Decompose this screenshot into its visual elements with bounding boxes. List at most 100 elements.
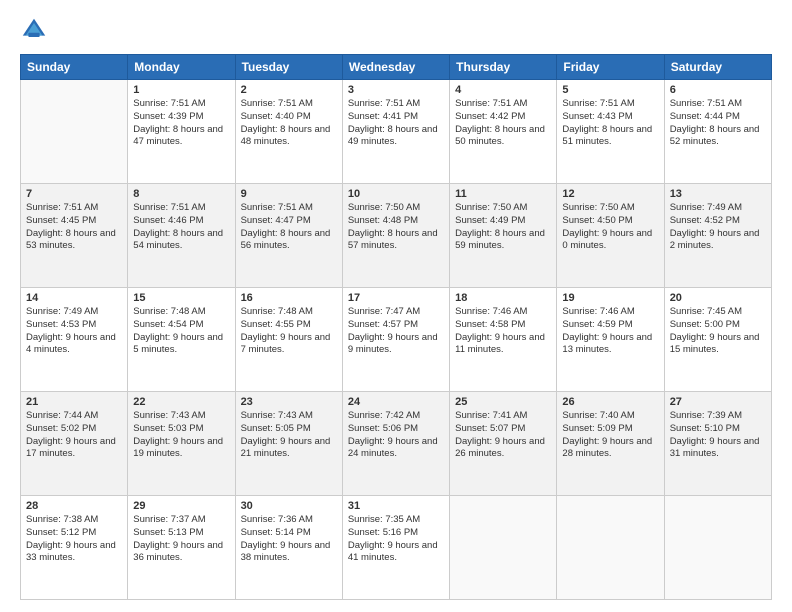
calendar-cell: 20 Sunrise: 7:45 AM Sunset: 5:00 PM Dayl… (664, 288, 771, 392)
daylight-label: Daylight: 8 hours and 47 minutes. (133, 124, 223, 148)
calendar-cell: 30 Sunrise: 7:36 AM Sunset: 5:14 PM Dayl… (235, 496, 342, 600)
daylight-label: Daylight: 9 hours and 4 minutes. (26, 332, 116, 356)
calendar-cell: 11 Sunrise: 7:50 AM Sunset: 4:49 PM Dayl… (450, 184, 557, 288)
day-number: 10 (348, 188, 444, 200)
day-info: Sunrise: 7:35 AM Sunset: 5:16 PM Dayligh… (348, 514, 444, 565)
day-info: Sunrise: 7:49 AM Sunset: 4:52 PM Dayligh… (670, 202, 766, 253)
daylight-label: Daylight: 8 hours and 57 minutes. (348, 228, 438, 252)
daylight-label: Daylight: 9 hours and 11 minutes. (455, 332, 545, 356)
sunrise-label: Sunrise: 7:50 AM (348, 202, 420, 213)
daylight-label: Daylight: 9 hours and 33 minutes. (26, 540, 116, 564)
day-info: Sunrise: 7:48 AM Sunset: 4:54 PM Dayligh… (133, 306, 229, 357)
calendar-cell: 31 Sunrise: 7:35 AM Sunset: 5:16 PM Dayl… (342, 496, 449, 600)
day-number: 28 (26, 500, 122, 512)
sunset-label: Sunset: 5:05 PM (241, 423, 311, 434)
day-number: 30 (241, 500, 337, 512)
daylight-label: Daylight: 9 hours and 31 minutes. (670, 436, 760, 460)
calendar-cell: 10 Sunrise: 7:50 AM Sunset: 4:48 PM Dayl… (342, 184, 449, 288)
sunset-label: Sunset: 5:14 PM (241, 527, 311, 538)
sunrise-label: Sunrise: 7:48 AM (241, 306, 313, 317)
calendar-cell: 23 Sunrise: 7:43 AM Sunset: 5:05 PM Dayl… (235, 392, 342, 496)
sunrise-label: Sunrise: 7:51 AM (241, 98, 313, 109)
day-number: 15 (133, 292, 229, 304)
calendar-cell: 29 Sunrise: 7:37 AM Sunset: 5:13 PM Dayl… (128, 496, 235, 600)
day-number: 29 (133, 500, 229, 512)
weekday-header-sunday: Sunday (21, 55, 128, 80)
day-info: Sunrise: 7:49 AM Sunset: 4:53 PM Dayligh… (26, 306, 122, 357)
calendar-cell: 26 Sunrise: 7:40 AM Sunset: 5:09 PM Dayl… (557, 392, 664, 496)
sunset-label: Sunset: 5:16 PM (348, 527, 418, 538)
sunrise-label: Sunrise: 7:36 AM (241, 514, 313, 525)
sunrise-label: Sunrise: 7:43 AM (241, 410, 313, 421)
day-info: Sunrise: 7:51 AM Sunset: 4:41 PM Dayligh… (348, 98, 444, 149)
sunset-label: Sunset: 4:43 PM (562, 111, 632, 122)
sunrise-label: Sunrise: 7:45 AM (670, 306, 742, 317)
page: SundayMondayTuesdayWednesdayThursdayFrid… (0, 0, 792, 612)
sunrise-label: Sunrise: 7:46 AM (455, 306, 527, 317)
day-number: 20 (670, 292, 766, 304)
weekday-header-wednesday: Wednesday (342, 55, 449, 80)
calendar-cell: 8 Sunrise: 7:51 AM Sunset: 4:46 PM Dayli… (128, 184, 235, 288)
day-info: Sunrise: 7:50 AM Sunset: 4:49 PM Dayligh… (455, 202, 551, 253)
daylight-label: Daylight: 9 hours and 5 minutes. (133, 332, 223, 356)
daylight-label: Daylight: 9 hours and 41 minutes. (348, 540, 438, 564)
calendar-cell (450, 496, 557, 600)
sunrise-label: Sunrise: 7:51 AM (670, 98, 742, 109)
day-number: 5 (562, 84, 658, 96)
calendar-cell: 2 Sunrise: 7:51 AM Sunset: 4:40 PM Dayli… (235, 80, 342, 184)
header (20, 16, 772, 44)
sunrise-label: Sunrise: 7:49 AM (26, 306, 98, 317)
sunrise-label: Sunrise: 7:50 AM (455, 202, 527, 213)
daylight-label: Daylight: 9 hours and 7 minutes. (241, 332, 331, 356)
calendar-week-row: 14 Sunrise: 7:49 AM Sunset: 4:53 PM Dayl… (21, 288, 772, 392)
daylight-label: Daylight: 9 hours and 9 minutes. (348, 332, 438, 356)
daylight-label: Daylight: 9 hours and 2 minutes. (670, 228, 760, 252)
calendar-cell: 19 Sunrise: 7:46 AM Sunset: 4:59 PM Dayl… (557, 288, 664, 392)
sunrise-label: Sunrise: 7:51 AM (348, 98, 420, 109)
sunset-label: Sunset: 5:02 PM (26, 423, 96, 434)
logo (20, 16, 52, 44)
day-number: 17 (348, 292, 444, 304)
day-number: 21 (26, 396, 122, 408)
calendar-cell: 17 Sunrise: 7:47 AM Sunset: 4:57 PM Dayl… (342, 288, 449, 392)
daylight-label: Daylight: 8 hours and 54 minutes. (133, 228, 223, 252)
sunset-label: Sunset: 4:50 PM (562, 215, 632, 226)
calendar-cell: 18 Sunrise: 7:46 AM Sunset: 4:58 PM Dayl… (450, 288, 557, 392)
day-info: Sunrise: 7:36 AM Sunset: 5:14 PM Dayligh… (241, 514, 337, 565)
sunset-label: Sunset: 4:53 PM (26, 319, 96, 330)
daylight-label: Daylight: 9 hours and 17 minutes. (26, 436, 116, 460)
day-info: Sunrise: 7:39 AM Sunset: 5:10 PM Dayligh… (670, 410, 766, 461)
day-number: 16 (241, 292, 337, 304)
day-info: Sunrise: 7:42 AM Sunset: 5:06 PM Dayligh… (348, 410, 444, 461)
day-info: Sunrise: 7:46 AM Sunset: 4:59 PM Dayligh… (562, 306, 658, 357)
sunset-label: Sunset: 4:45 PM (26, 215, 96, 226)
sunset-label: Sunset: 4:59 PM (562, 319, 632, 330)
day-info: Sunrise: 7:51 AM Sunset: 4:45 PM Dayligh… (26, 202, 122, 253)
day-number: 23 (241, 396, 337, 408)
calendar-week-row: 28 Sunrise: 7:38 AM Sunset: 5:12 PM Dayl… (21, 496, 772, 600)
day-number: 18 (455, 292, 551, 304)
day-info: Sunrise: 7:51 AM Sunset: 4:44 PM Dayligh… (670, 98, 766, 149)
day-number: 9 (241, 188, 337, 200)
day-number: 1 (133, 84, 229, 96)
day-info: Sunrise: 7:50 AM Sunset: 4:48 PM Dayligh… (348, 202, 444, 253)
sunset-label: Sunset: 5:07 PM (455, 423, 525, 434)
day-number: 11 (455, 188, 551, 200)
sunset-label: Sunset: 4:42 PM (455, 111, 525, 122)
daylight-label: Daylight: 9 hours and 0 minutes. (562, 228, 652, 252)
day-info: Sunrise: 7:44 AM Sunset: 5:02 PM Dayligh… (26, 410, 122, 461)
calendar-cell: 13 Sunrise: 7:49 AM Sunset: 4:52 PM Dayl… (664, 184, 771, 288)
daylight-label: Daylight: 9 hours and 38 minutes. (241, 540, 331, 564)
sunrise-label: Sunrise: 7:40 AM (562, 410, 634, 421)
calendar-week-row: 21 Sunrise: 7:44 AM Sunset: 5:02 PM Dayl… (21, 392, 772, 496)
sunset-label: Sunset: 4:58 PM (455, 319, 525, 330)
daylight-label: Daylight: 9 hours and 24 minutes. (348, 436, 438, 460)
calendar-cell: 9 Sunrise: 7:51 AM Sunset: 4:47 PM Dayli… (235, 184, 342, 288)
calendar-cell: 16 Sunrise: 7:48 AM Sunset: 4:55 PM Dayl… (235, 288, 342, 392)
sunrise-label: Sunrise: 7:47 AM (348, 306, 420, 317)
sunrise-label: Sunrise: 7:44 AM (26, 410, 98, 421)
day-number: 13 (670, 188, 766, 200)
day-number: 27 (670, 396, 766, 408)
daylight-label: Daylight: 9 hours and 21 minutes. (241, 436, 331, 460)
day-info: Sunrise: 7:51 AM Sunset: 4:42 PM Dayligh… (455, 98, 551, 149)
